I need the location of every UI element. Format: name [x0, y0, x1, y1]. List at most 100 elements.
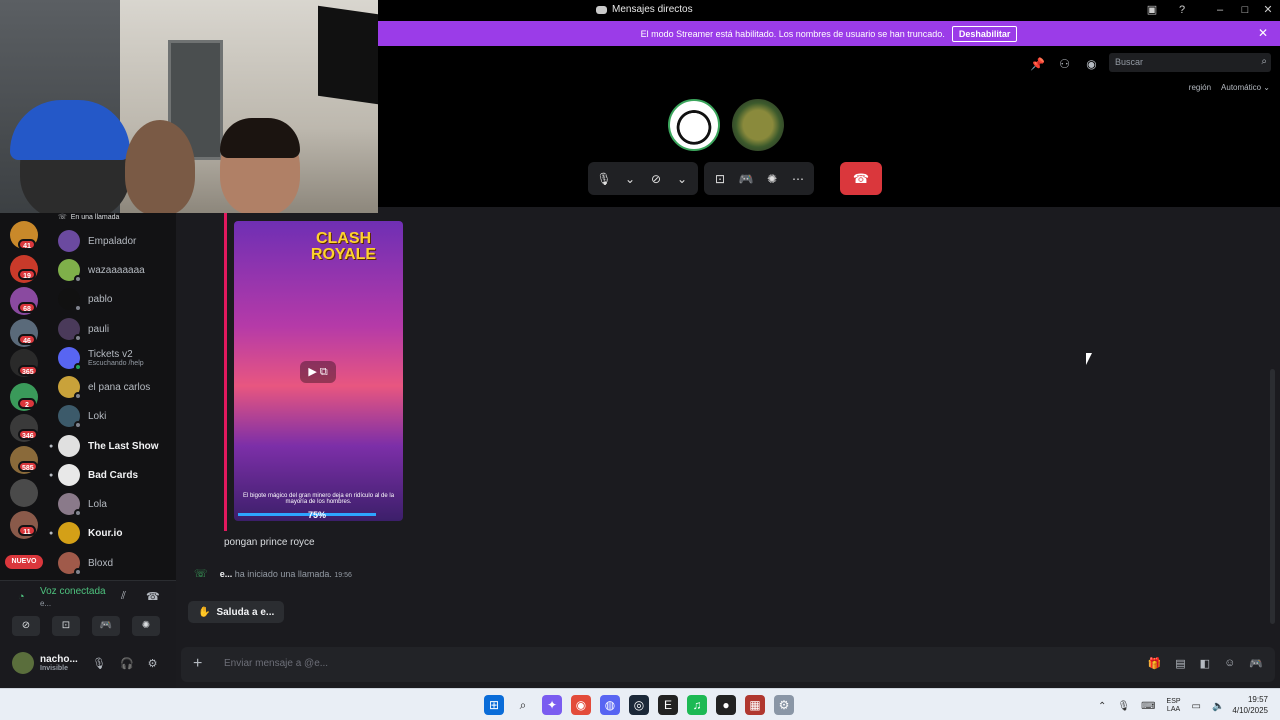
settings-icon[interactable]: ⚙ — [774, 695, 794, 715]
add-attachment-icon[interactable]: + — [193, 655, 202, 673]
obs-icon[interactable]: ● — [716, 695, 736, 715]
maximize-button[interactable]: □ — [1235, 2, 1255, 18]
image-caption: El bigote mágico del gran minero deja en… — [242, 493, 395, 505]
unread-indicator: ● — [49, 442, 54, 450]
activities-button[interactable]: 🎮 — [92, 616, 120, 636]
avatar — [58, 405, 82, 429]
mention-highlight — [224, 213, 227, 531]
close-banner-icon[interactable]: ✕ — [1258, 26, 1268, 40]
clock[interactable]: 19:57 4/10/2025 — [1232, 694, 1268, 716]
sticker-icon[interactable]: ◧ — [1200, 657, 1210, 670]
unread-indicator: ● — [49, 471, 54, 479]
start-icon[interactable]: ⊞ — [484, 695, 504, 715]
phone-icon: ☏ — [194, 568, 208, 580]
epic-games-icon[interactable]: E — [658, 695, 678, 715]
dm-item[interactable]: pauli — [58, 315, 176, 343]
inbox-icon[interactable]: ▣ — [1142, 2, 1162, 18]
unread-badge: 46 — [18, 334, 36, 345]
search-input[interactable]: Buscar ⌕ — [1109, 53, 1271, 72]
apps-icon[interactable]: 🎮 — [1249, 657, 1263, 670]
participant-avatar[interactable] — [668, 99, 720, 151]
keyboard-icon[interactable]: ⌨ — [1141, 701, 1155, 712]
dm-item[interactable]: Bloxd — [58, 549, 176, 577]
message-image[interactable]: CLASH ROYALE ▶ ⧉ El bigote mágico del gr… — [234, 221, 403, 521]
steam-icon[interactable]: ◎ — [629, 695, 649, 715]
user-profile-icon[interactable]: ◉ — [1083, 56, 1100, 73]
camera-off-icon[interactable]: ⊘ — [648, 172, 664, 186]
gif-icon[interactable]: ▤ — [1175, 657, 1185, 670]
dm-item[interactable]: Loki — [58, 402, 176, 430]
voice-buttons: ⊘ ⊡ 🎮 ✺ — [12, 616, 160, 636]
help-icon[interactable]: ? — [1172, 2, 1192, 18]
emoji-icon[interactable]: ☺ — [1224, 657, 1235, 670]
soundboard-button[interactable]: ✺ — [132, 616, 160, 636]
search-icon: ⌕ — [1261, 56, 1267, 67]
dm-item[interactable]: Empalador — [58, 227, 176, 255]
signal-icon[interactable]: ◔ — [18, 591, 25, 603]
dm-item[interactable]: ● Kour.io — [49, 519, 176, 547]
pin-icon[interactable]: 📌 — [1029, 56, 1046, 73]
dm-item[interactable]: ● Bad Cards — [49, 461, 176, 489]
message-text: pongan prince royce — [224, 537, 315, 548]
volume-icon[interactable]: 🔈 — [1212, 701, 1224, 712]
call-controls: 🎙 ⌄ ⊘ ⌄ ⊡ 🎮 ✺ ⋯ ☎ — [588, 162, 882, 195]
unread-badge: 2 — [18, 398, 36, 409]
headphones-icon[interactable]: 🎧 — [120, 657, 134, 670]
app-icon[interactable]: ▦ — [745, 695, 765, 715]
soundboard-icon[interactable]: ✺ — [764, 172, 780, 186]
spotify-icon[interactable]: ♫ — [687, 695, 707, 715]
more-options-icon[interactable]: ⋯ — [790, 172, 806, 186]
dm-item[interactable]: Tickets v2 Escuchando /help — [58, 344, 176, 372]
discord-icon[interactable]: ◍ — [600, 695, 620, 715]
dm-item[interactable]: ● The Last Show — [49, 432, 176, 460]
dm-item[interactable]: wazaaaaaaa — [58, 256, 176, 284]
activities-icon[interactable]: 🎮 — [738, 172, 754, 186]
wave-icon: ✋ — [198, 606, 211, 618]
mic-control[interactable]: 🎙 ⌄ ⊘ ⌄ — [588, 162, 698, 195]
region-value: Automático ⌄ — [1221, 83, 1270, 92]
noise-suppression-icon[interactable]: ⫽ — [121, 590, 126, 603]
region-selector[interactable]: región Automático ⌄ — [1189, 83, 1270, 92]
dm-item[interactable]: pablo — [58, 285, 176, 313]
dm-item[interactable]: Lola — [58, 490, 176, 518]
activity-controls: ⊡ 🎮 ✺ ⋯ — [704, 162, 814, 195]
microphone-icon[interactable]: 🎙 — [1117, 701, 1130, 712]
dm-item[interactable]: el pana carlos — [58, 373, 176, 401]
disable-streamer-button[interactable]: Deshabilitar — [951, 25, 1018, 42]
language-indicator[interactable]: ESP LAA — [1167, 698, 1181, 714]
chrome-icon[interactable]: ◉ — [571, 695, 591, 715]
screen-share-button[interactable]: ⊡ — [52, 616, 80, 636]
search-icon[interactable]: ⌕ — [513, 695, 533, 715]
user-panel[interactable]: nacho... Invisible — [12, 652, 78, 674]
message-input[interactable]: + Enviar mensaje a @e... 🎁 ▤ ◧ ☺ 🎮 — [181, 647, 1275, 682]
voice-status[interactable]: Voz conectada — [40, 586, 106, 597]
call-system-message: ☏ e... ha iniciado una llamada. 19:56 — [194, 568, 352, 580]
minimize-button[interactable]: – — [1210, 2, 1230, 18]
network-icon[interactable]: ▭ — [1192, 701, 1201, 712]
disconnect-icon[interactable]: ☎ — [146, 590, 160, 603]
server-icon[interactable] — [10, 479, 38, 507]
chevron-down-icon[interactable]: ⌄ — [674, 172, 690, 186]
camera-off-button[interactable]: ⊘ — [12, 616, 40, 636]
add-friends-icon[interactable]: ⚇ — [1056, 56, 1073, 73]
close-window-button[interactable]: ✕ — [1258, 2, 1278, 18]
banner-message: El modo Streamer está habilitado. Los no… — [640, 28, 945, 39]
screen-share-icon[interactable]: ⊡ — [712, 172, 728, 186]
user-controls: 🎙 🎧 ⚙ — [92, 657, 158, 670]
microphone-icon[interactable]: 🎙 — [596, 172, 612, 186]
hang-up-button[interactable]: ☎ — [840, 162, 882, 195]
unread-badge: 41 — [18, 239, 36, 250]
participant-avatar[interactable] — [732, 99, 784, 151]
avatar — [58, 464, 80, 486]
scrollbar[interactable] — [1270, 369, 1275, 624]
region-label: región — [1188, 83, 1212, 92]
chevron-down-icon[interactable]: ⌄ — [622, 172, 638, 186]
play-icon[interactable]: ▶ ⧉ — [300, 361, 336, 383]
gear-icon[interactable]: ⚙ — [148, 657, 158, 670]
gift-icon[interactable]: 🎁 — [1148, 657, 1162, 670]
wave-button[interactable]: ✋ Saluda a e... — [188, 601, 285, 623]
chevron-up-icon[interactable]: ⌃ — [1098, 701, 1106, 712]
game-logo: CLASH ROYALE — [310, 230, 377, 263]
microphone-icon[interactable]: 🎙 — [92, 657, 106, 670]
copilot-icon[interactable]: ✦ — [542, 695, 562, 715]
